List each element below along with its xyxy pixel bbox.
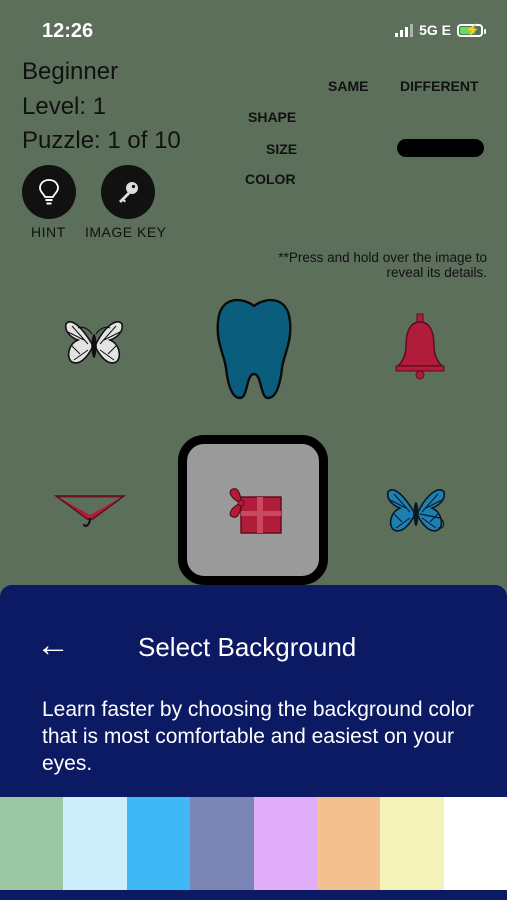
swatch-sky-blue[interactable] [126,797,191,890]
sheet-title: Select Background [138,632,357,662]
signal-icon [395,23,414,37]
column-different: DIFFERENT [400,78,479,94]
column-same: SAME [328,78,369,94]
press-hold-note: **Press and hold over the image to revea… [278,250,487,280]
status-time: 12:26 [42,20,94,42]
swatch-white[interactable] [443,797,507,890]
swatch-peach[interactable] [316,797,381,890]
image-key-button[interactable] [101,165,155,219]
swatch-green[interactable] [0,797,64,890]
tooth-icon [216,298,292,400]
status-icons: 5G E ⚡ [395,22,486,38]
level-label: Level: 1 [22,93,107,120]
swatch-slate-blue[interactable] [190,797,254,890]
image-butterfly-outline[interactable] [58,310,130,382]
image-butterfly-blue[interactable] [380,478,452,548]
size-different-indicator [397,139,484,157]
puzzle-label: Puzzle: 1 of 10 [22,127,181,154]
butterfly-outline-icon [64,320,124,364]
image-bell[interactable] [392,312,448,380]
gift-icon [229,488,282,534]
image-hanger[interactable] [53,488,127,536]
row-color: COLOR [245,171,296,187]
bell-icon [395,313,445,380]
sheet-description: Learn faster by choosing the background … [42,698,474,775]
image-key-label: IMAGE KEY [85,224,167,240]
key-icon [119,182,138,203]
swatch-cream[interactable] [380,797,444,890]
row-size: SIZE [266,141,298,157]
swatch-light-cyan[interactable] [63,797,127,890]
hanger-icon [53,495,127,527]
mode-title: Beginner [22,58,119,85]
lightbulb-icon [39,179,59,205]
hint-button[interactable] [22,165,76,219]
network-label: 5G E [419,22,451,38]
battery-icon: ⚡ [457,23,486,37]
swatch-lavender[interactable] [253,797,317,890]
back-arrow-icon[interactable]: ← [36,628,70,662]
selected-image-frame[interactable] [178,435,328,585]
butterfly-blue-icon [386,488,446,532]
row-shape: SHAPE [248,109,297,125]
hint-label: HINT [31,224,66,240]
image-tooth[interactable] [214,296,294,402]
color-swatches [0,797,507,890]
note-text: **Press and hold over the image to revea… [278,250,487,280]
